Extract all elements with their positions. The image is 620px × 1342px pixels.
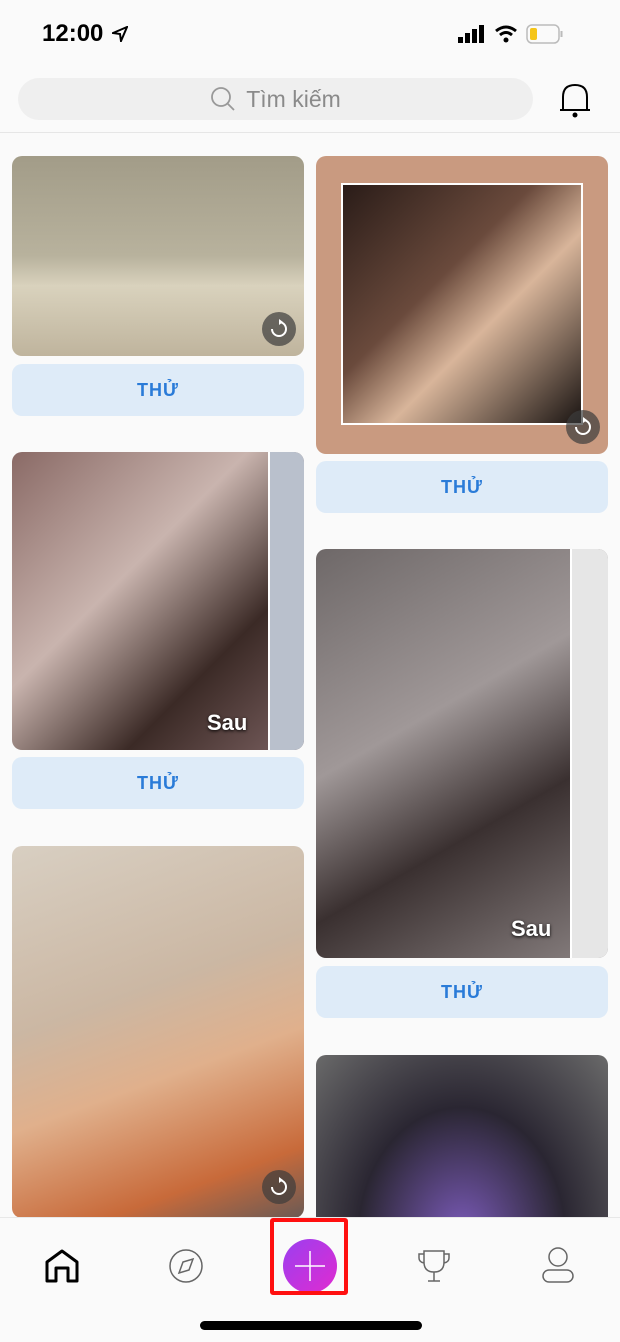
tab-home[interactable] [32, 1236, 92, 1296]
try-button[interactable]: THỬ [316, 966, 608, 1018]
try-button[interactable]: THỬ [316, 461, 608, 513]
after-label: Sau [207, 710, 248, 735]
home-icon [45, 1249, 79, 1283]
template-feed[interactable]: THỬ Sau THỬ THỬ Sau THỬ [0, 133, 620, 1217]
tab-challenges[interactable] [404, 1236, 464, 1296]
try-button[interactable]: THỬ [12, 364, 304, 416]
explore-compass-icon [169, 1249, 203, 1283]
signal-icon [458, 25, 484, 43]
after-label: Sau [511, 916, 552, 941]
wifi-icon [495, 25, 517, 43]
replay-icon [262, 1170, 296, 1204]
replay-icon [262, 312, 296, 346]
clock: 12:00 [42, 20, 104, 47]
home-indicator [200, 1321, 422, 1330]
tab-profile[interactable] [528, 1236, 588, 1296]
location-icon [112, 26, 128, 42]
battery-icon [526, 24, 563, 44]
tab-explore[interactable] [156, 1236, 216, 1296]
template-card[interactable] [12, 156, 304, 356]
template-card[interactable]: Sau [12, 452, 304, 750]
replay-icon [566, 410, 600, 444]
search-icon [211, 87, 235, 111]
template-card[interactable] [316, 1055, 608, 1217]
challenges-trophy-icon [418, 1250, 450, 1282]
search-input[interactable]: Tìm kiếm [18, 78, 533, 120]
template-card[interactable] [316, 156, 608, 454]
profile-icon [542, 1247, 574, 1283]
try-button[interactable]: THỬ [12, 757, 304, 809]
search-placeholder: Tìm kiếm [246, 85, 341, 112]
template-card[interactable] [12, 846, 304, 1217]
status-bar: 12:00 [0, 0, 620, 68]
template-card[interactable]: Sau [316, 549, 608, 958]
notification-bell-icon[interactable] [558, 82, 592, 118]
highlight-box [270, 1218, 348, 1295]
